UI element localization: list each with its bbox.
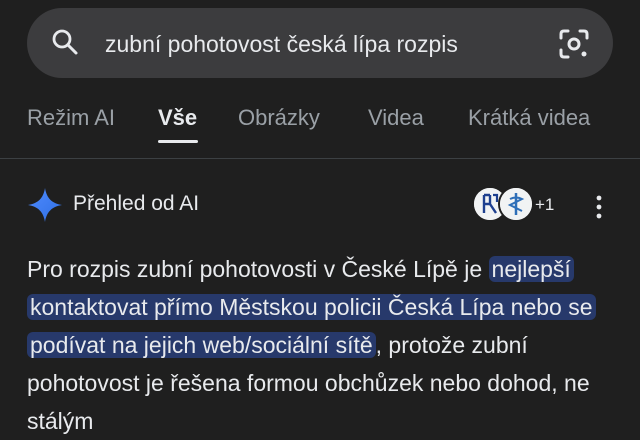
medical-logo-icon bbox=[500, 188, 532, 220]
lens-icon[interactable] bbox=[557, 27, 591, 61]
tab-ai-mode[interactable]: Režim AI bbox=[27, 104, 115, 132]
source-count[interactable]: +1 bbox=[535, 194, 554, 216]
ai-spark-icon bbox=[28, 188, 62, 222]
ai-overview-title: Přehled od AI bbox=[73, 192, 200, 215]
answer-intro: Pro rozpis zubní pohotovosti v České Líp… bbox=[27, 256, 489, 282]
search-tabs: Režim AI Vše Obrázky Videa Krátká videa bbox=[0, 96, 640, 156]
tab-short-videos[interactable]: Krátká videa bbox=[468, 104, 590, 132]
tab-all[interactable]: Vše bbox=[158, 104, 197, 132]
more-vert-icon[interactable] bbox=[590, 194, 608, 220]
source-avatars[interactable] bbox=[472, 186, 534, 222]
source-avatar-logo-2[interactable] bbox=[498, 186, 534, 222]
search-icon[interactable] bbox=[51, 28, 79, 56]
tab-images[interactable]: Obrázky bbox=[238, 104, 320, 132]
search-input[interactable]: zubní pohotovost česká lípa rozpis bbox=[105, 29, 517, 61]
divider bbox=[0, 158, 640, 159]
active-tab-indicator bbox=[158, 140, 198, 143]
tab-videos[interactable]: Videa bbox=[368, 104, 424, 132]
ai-answer: Pro rozpis zubní pohotovosti v České Líp… bbox=[27, 250, 613, 440]
